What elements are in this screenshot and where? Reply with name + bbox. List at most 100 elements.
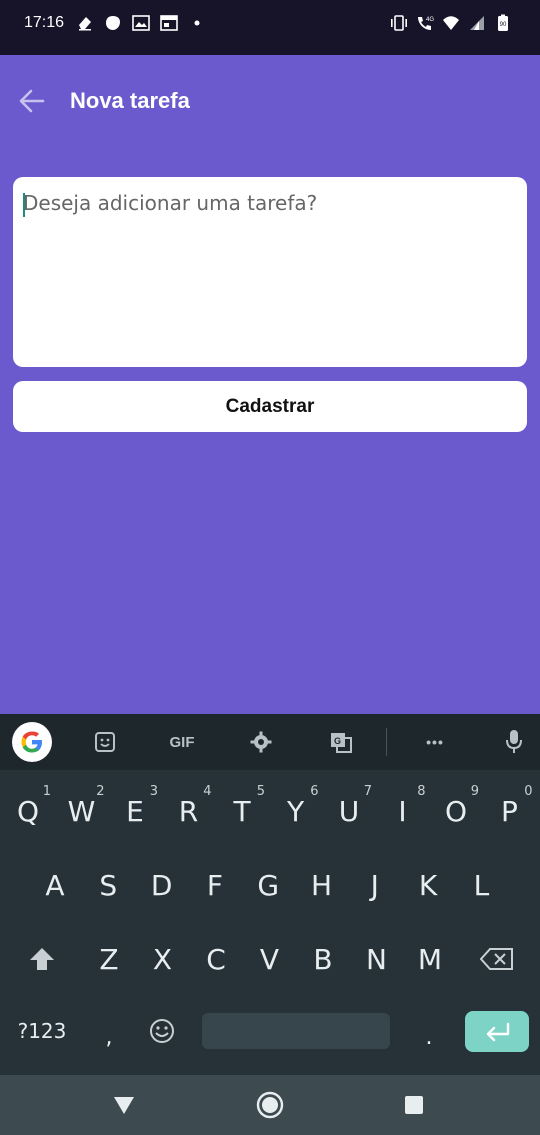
keyboard-toolbar: GIF G ••• bbox=[0, 714, 540, 770]
status-right-icons: 4G 90 bbox=[390, 14, 512, 32]
key-hint: 4 bbox=[203, 784, 212, 799]
key-label: Y bbox=[286, 794, 305, 828]
key-e[interactable]: E3 bbox=[110, 784, 160, 834]
comma-key[interactable]: , bbox=[92, 1014, 126, 1060]
key-h[interactable]: H bbox=[297, 862, 347, 908]
key-label: N bbox=[366, 942, 387, 976]
key-x[interactable]: X bbox=[138, 936, 188, 982]
more-options-button[interactable]: ••• bbox=[418, 724, 452, 760]
key-g[interactable]: G bbox=[243, 862, 293, 908]
shift-key[interactable] bbox=[18, 936, 66, 982]
image-icon bbox=[132, 15, 150, 31]
app-bar: Nova tarefa bbox=[0, 55, 540, 145]
shield-icon bbox=[106, 16, 120, 30]
key-label: K bbox=[418, 868, 438, 902]
key-j[interactable]: J bbox=[350, 862, 400, 908]
key-label: . bbox=[425, 1024, 433, 1050]
key-hint: 3 bbox=[149, 784, 158, 799]
status-time: 17:16 bbox=[24, 14, 65, 31]
key-w[interactable]: W2 bbox=[57, 784, 107, 834]
key-hint: 7 bbox=[363, 784, 372, 799]
key-label: L bbox=[473, 868, 490, 902]
period-key[interactable]: . bbox=[412, 1014, 446, 1060]
task-input-container bbox=[13, 177, 527, 367]
key-label: P bbox=[501, 794, 518, 828]
key-c[interactable]: C bbox=[191, 936, 241, 982]
key-l[interactable]: L bbox=[456, 862, 506, 908]
space-key[interactable] bbox=[202, 1013, 390, 1049]
nav-home-button[interactable] bbox=[254, 1089, 286, 1121]
key-y[interactable]: Y6 bbox=[271, 784, 321, 834]
key-label: U bbox=[338, 794, 360, 828]
dot-icon bbox=[194, 20, 200, 26]
gear-icon bbox=[250, 731, 272, 753]
emoji-key[interactable] bbox=[144, 1012, 180, 1050]
sticker-icon[interactable] bbox=[88, 724, 122, 760]
google-logo-icon[interactable] bbox=[12, 722, 52, 762]
symbols-key[interactable]: ?123 bbox=[10, 1010, 74, 1052]
key-v[interactable]: V bbox=[245, 936, 295, 982]
key-label: ?123 bbox=[17, 1019, 67, 1043]
nav-bar bbox=[0, 1075, 540, 1135]
key-m[interactable]: M bbox=[405, 936, 455, 982]
key-label: I bbox=[398, 794, 407, 828]
key-hint: 6 bbox=[310, 784, 319, 799]
signal-icon bbox=[470, 16, 484, 30]
key-s[interactable]: S bbox=[83, 862, 133, 908]
circle-home-icon bbox=[256, 1091, 284, 1119]
key-label: O bbox=[444, 794, 468, 828]
key-f[interactable]: F bbox=[190, 862, 240, 908]
translate-icon[interactable]: G bbox=[324, 724, 358, 760]
backspace-key[interactable] bbox=[472, 936, 522, 982]
key-o[interactable]: O9 bbox=[431, 784, 481, 834]
battery-icon: 90 bbox=[498, 14, 508, 31]
key-label: V bbox=[259, 942, 280, 976]
key-label: X bbox=[152, 942, 173, 976]
sticker-glyph-icon bbox=[95, 732, 115, 752]
key-label: H bbox=[310, 868, 333, 902]
key-label: Q bbox=[16, 794, 40, 828]
key-label: F bbox=[206, 868, 223, 902]
nav-recents-button[interactable] bbox=[398, 1089, 430, 1121]
enter-arrow-icon bbox=[486, 1022, 510, 1041]
nav-back-button[interactable] bbox=[108, 1089, 140, 1121]
wifi-icon bbox=[443, 16, 459, 30]
key-label: , bbox=[105, 1024, 113, 1050]
gif-button[interactable]: GIF bbox=[162, 724, 202, 760]
call-4g-icon: 4G bbox=[418, 17, 434, 30]
key-label: G bbox=[257, 868, 280, 902]
page-title: Nova tarefa bbox=[70, 88, 190, 113]
key-i[interactable]: I8 bbox=[378, 784, 428, 834]
toolbar-divider bbox=[386, 728, 387, 756]
key-p[interactable]: P0 bbox=[485, 784, 535, 834]
key-q[interactable]: Q1 bbox=[3, 784, 53, 834]
key-r[interactable]: R4 bbox=[164, 784, 214, 834]
key-a[interactable]: A bbox=[30, 862, 80, 908]
enter-key[interactable] bbox=[465, 1011, 529, 1052]
task-input[interactable] bbox=[13, 177, 527, 367]
register-button[interactable]: Cadastrar bbox=[13, 381, 527, 432]
shift-arrow-icon bbox=[30, 948, 54, 970]
translate-glyph-icon: G bbox=[331, 733, 352, 753]
settings-gear-icon[interactable] bbox=[244, 724, 278, 760]
key-label: T bbox=[233, 794, 251, 828]
key-k[interactable]: K bbox=[403, 862, 453, 908]
key-u[interactable]: U7 bbox=[324, 784, 374, 834]
smiley-icon bbox=[150, 1019, 174, 1043]
key-label: R bbox=[178, 794, 199, 828]
key-label: M bbox=[417, 942, 443, 976]
key-hint: 5 bbox=[256, 784, 265, 799]
microphone-icon[interactable] bbox=[498, 724, 530, 760]
back-button[interactable] bbox=[14, 83, 50, 119]
key-b[interactable]: B bbox=[298, 936, 348, 982]
key-z[interactable]: Z bbox=[84, 936, 134, 982]
key-label: E bbox=[126, 794, 144, 828]
key-hint: 2 bbox=[96, 784, 105, 799]
battery-text: 90 bbox=[500, 22, 507, 28]
key-label: W bbox=[67, 794, 96, 828]
network-text: 4G bbox=[426, 17, 434, 23]
key-t[interactable]: T5 bbox=[217, 784, 267, 834]
key-n[interactable]: N bbox=[352, 936, 402, 982]
key-d[interactable]: D bbox=[137, 862, 187, 908]
key-hint: 0 bbox=[524, 784, 533, 799]
